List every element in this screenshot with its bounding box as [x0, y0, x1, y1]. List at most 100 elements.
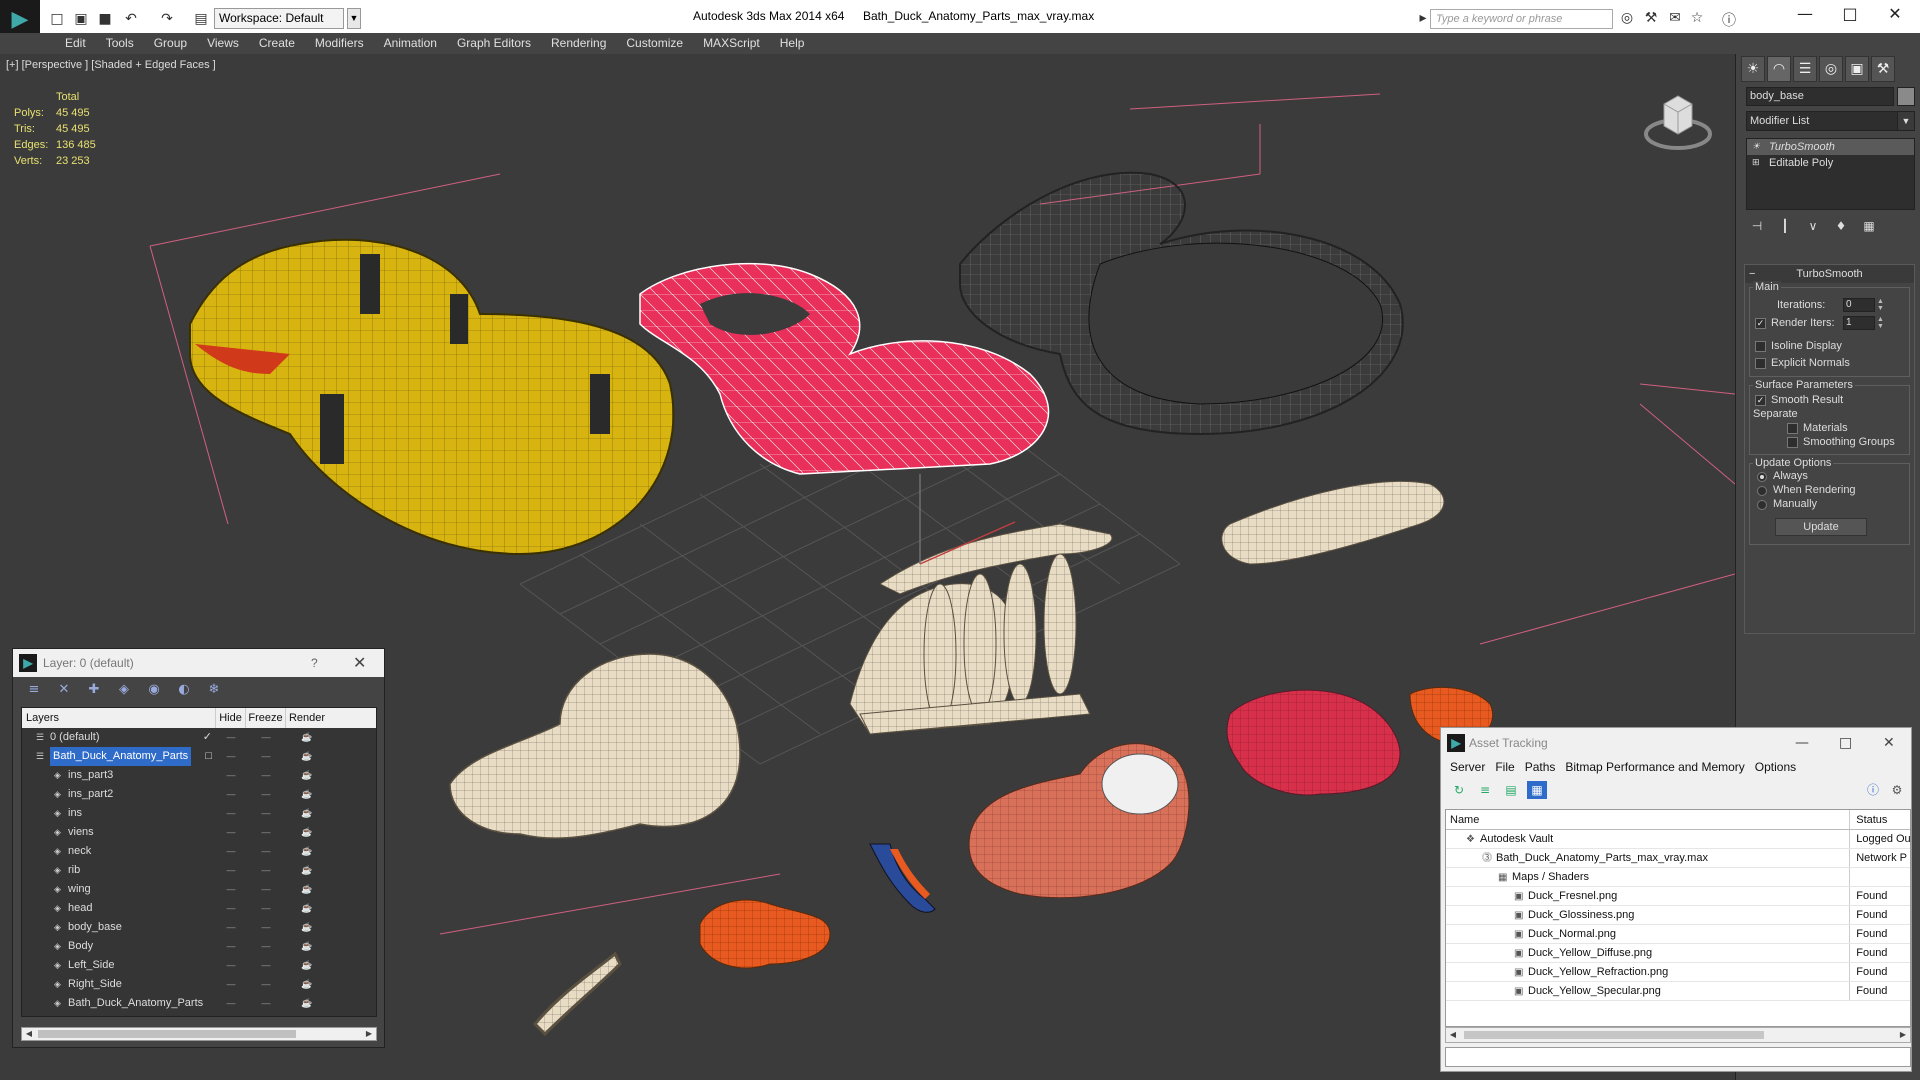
menu-rendering[interactable]: Rendering [541, 33, 616, 54]
close-icon[interactable]: ✕ [1883, 728, 1895, 758]
layer-name-cell[interactable]: ◈ ins_part2 [22, 785, 216, 804]
asset-row[interactable]: ▣ Duck_Yellow_Diffuse.png Found [1446, 944, 1910, 963]
hide-toggle[interactable]: — [216, 861, 246, 880]
asset-row[interactable]: ▣ Duck_Fresnel.png Found [1446, 887, 1910, 906]
modify-tab-icon[interactable]: ◠ [1767, 56, 1791, 82]
render-teapot-icon[interactable]: ☕ [286, 975, 328, 994]
configure-modifier-sets-icon[interactable]: ▦ [1858, 216, 1880, 236]
motion-tab-icon[interactable]: ◎ [1819, 56, 1843, 82]
help-icon[interactable]: ⓘ [1863, 781, 1883, 799]
manually-radio[interactable] [1757, 500, 1767, 510]
layer-name-cell[interactable]: ◈ ins_part3 [22, 766, 216, 785]
render-teapot-icon[interactable]: ☕ [286, 804, 328, 823]
layer-name-cell[interactable]: ◈ wing [22, 880, 216, 899]
asset-menu-options[interactable]: Options [1750, 758, 1801, 778]
always-radio[interactable] [1757, 472, 1767, 482]
create-tab-icon[interactable]: ☀ [1741, 56, 1765, 82]
layer-row[interactable]: ◈ neck — — ☕ [22, 842, 376, 861]
menu-modifiers[interactable]: Modifiers [305, 33, 374, 54]
freeze-toggle[interactable]: — [246, 918, 286, 937]
minimize-icon[interactable]: — [1795, 728, 1809, 758]
column-freeze[interactable]: Freeze [246, 708, 286, 728]
render-teapot-icon[interactable]: ☕ [286, 918, 328, 937]
hierarchy-tab-icon[interactable]: ☰ [1793, 56, 1817, 82]
hide-toggle[interactable]: — [216, 975, 246, 994]
scroll-thumb[interactable] [1464, 1031, 1764, 1039]
materials-checkbox[interactable] [1787, 423, 1798, 434]
object-name-field[interactable]: body_base [1746, 87, 1894, 106]
subscription-icon[interactable]: ⚒ [1642, 10, 1660, 28]
freeze-all-layers-icon[interactable]: ❄ [203, 680, 225, 700]
menu-views[interactable]: Views [197, 33, 249, 54]
layer-row[interactable]: ☰ 0 (default) ✓ — — ☕ [22, 728, 376, 747]
menu-animation[interactable]: Animation [374, 33, 447, 54]
settings-icon[interactable]: ⚙ [1887, 781, 1907, 799]
layer-row[interactable]: ☰ Bath_Duck_Anatomy_Parts □ — — ☕ [22, 747, 376, 766]
scroll-left-icon[interactable]: ◀ [1446, 1028, 1460, 1042]
scroll-right-icon[interactable]: ▶ [1896, 1028, 1910, 1042]
menu-graph-editors[interactable]: Graph Editors [447, 33, 541, 54]
active-layer-toggle-icon[interactable]: □ [205, 747, 212, 766]
binoculars-icon[interactable]: ◎ [1618, 10, 1636, 28]
menu-group[interactable]: Group [144, 33, 197, 54]
layer-name-cell[interactable]: ☰ Bath_Duck_Anatomy_Parts □ [22, 747, 216, 766]
save-file-icon[interactable]: ■ [96, 10, 114, 28]
layer-manager-icon[interactable]: ≡ [23, 680, 45, 700]
layer-horizontal-scrollbar[interactable]: ◀ ▶ [21, 1027, 377, 1041]
maximize-icon[interactable]: □ [1839, 728, 1852, 758]
asset-window-titlebar[interactable]: ▶ Asset Tracking — □ ✕ [1441, 728, 1911, 758]
gizzard-mesh[interactable] [699, 899, 831, 969]
asset-horizontal-scrollbar[interactable]: ◀ ▶ [1445, 1027, 1911, 1043]
list-view-icon[interactable]: ≡ [1475, 781, 1495, 799]
asset-row[interactable]: ⓷ Bath_Duck_Anatomy_Parts_max_vray.max Net… [1446, 849, 1910, 868]
new-file-icon[interactable]: □ [48, 10, 66, 28]
stack-item-turbosmooth[interactable]: ☀ TurboSmooth [1747, 139, 1914, 155]
render-teapot-icon[interactable]: ☕ [286, 880, 328, 899]
asset-row[interactable]: ▣ Duck_Normal.png Found [1446, 925, 1910, 944]
minimize-icon[interactable]: — [1785, 4, 1825, 26]
layer-window-titlebar[interactable]: ▶ Layer: 0 (default) ? ✕ [13, 649, 384, 677]
freeze-toggle[interactable]: — [246, 766, 286, 785]
layer-row[interactable]: ◈ ins_part3— — ☕ [22, 766, 376, 785]
asset-menu-paths[interactable]: Paths [1520, 758, 1561, 778]
menu-maxscript[interactable]: MAXScript [693, 33, 770, 54]
help-button[interactable]: ? [311, 649, 318, 677]
wing-bone-mesh[interactable] [1221, 480, 1445, 565]
menu-help[interactable]: Help [770, 33, 815, 54]
close-icon[interactable]: ✕ [353, 649, 366, 677]
stomach-mesh[interactable] [968, 743, 1190, 899]
render-teapot-icon[interactable]: ☕ [286, 728, 328, 747]
veins-mesh[interactable] [869, 843, 936, 913]
layer-name-cell[interactable]: ◈ neck [22, 842, 216, 861]
layer-row[interactable]: ◈ Left_Side — — ☕ [22, 956, 376, 975]
column-render[interactable]: Render [286, 708, 328, 728]
make-unique-icon[interactable]: ∨ [1802, 216, 1824, 236]
scroll-right-icon[interactable]: ▶ [362, 1028, 376, 1040]
render-teapot-icon[interactable]: ☕ [286, 823, 328, 842]
spinner-arrows-icon[interactable]: ▲ ▼ [1876, 298, 1885, 312]
stack-item-editable-poly[interactable]: ⊞ Editable Poly [1747, 155, 1914, 171]
smooth-result-checkbox[interactable]: ✓ [1755, 395, 1766, 406]
render-teapot-icon[interactable]: ☕ [286, 747, 328, 766]
pin-stack-icon[interactable]: ⊣ [1746, 216, 1768, 236]
column-status[interactable]: Status [1850, 810, 1910, 829]
render-teapot-icon[interactable]: ☕ [286, 861, 328, 880]
layer-name-cell[interactable]: ☰ 0 (default) ✓ [22, 728, 216, 747]
asset-menu-server[interactable]: Server [1445, 758, 1490, 778]
hide-toggle[interactable]: — [216, 899, 246, 918]
layer-name-cell[interactable]: ◈ Body [22, 937, 216, 956]
layer-row[interactable]: ◈ Body — — ☕ [22, 937, 376, 956]
asset-row[interactable]: ▣ Duck_Glossiness.png Found [1446, 906, 1910, 925]
duck-shell-mesh[interactable] [189, 238, 675, 556]
highlight-selected-layer-icon[interactable]: ◉ [143, 680, 165, 700]
favorites-star-icon[interactable]: ☆ [1688, 10, 1706, 28]
expand-plus-icon[interactable]: ⊞ [1752, 157, 1762, 167]
communication-center-icon[interactable]: ✉ [1666, 10, 1684, 28]
menu-customize[interactable]: Customize [616, 33, 693, 54]
asset-row[interactable]: ❖ Autodesk Vault Logged Ou [1446, 830, 1910, 849]
modifier-list-dropdown[interactable]: Modifier List [1746, 111, 1908, 131]
asset-row[interactable]: ▣ Duck_Yellow_Refraction.png Found [1446, 963, 1910, 982]
hide-all-layers-icon[interactable]: ◐ [173, 680, 195, 700]
column-layers[interactable]: Layers [22, 708, 216, 728]
update-button[interactable]: Update [1775, 518, 1867, 536]
